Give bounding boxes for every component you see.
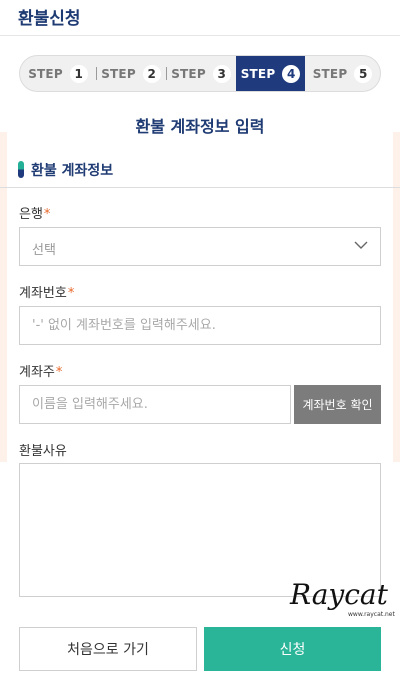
step-3: STEP 3 xyxy=(166,56,236,91)
account-number-input[interactable] xyxy=(32,318,356,333)
step-2-number: 2 xyxy=(142,64,161,83)
step-4-label: STEP xyxy=(240,66,276,81)
account-number-field xyxy=(19,306,381,345)
account-holder-field xyxy=(19,385,291,424)
step-1: STEP 1 xyxy=(20,56,96,91)
step-5: STEP 5 xyxy=(305,56,380,91)
bank-label-text: 은행 xyxy=(19,207,43,222)
section-title: 환불 계좌정보 xyxy=(31,163,114,179)
required-mark: * xyxy=(55,365,63,380)
bank-select[interactable]: 선택 xyxy=(19,227,381,266)
step-4-number: 4 xyxy=(282,64,301,83)
step-5-label: STEP xyxy=(312,66,348,81)
refund-reason-label: 환불사유 xyxy=(19,444,67,459)
step-indicator: STEP 1 STEP 2 STEP 3 STEP 4 STEP 5 xyxy=(19,55,381,92)
app-header: 환불신청 xyxy=(0,0,400,36)
required-mark: * xyxy=(67,286,75,301)
account-holder-label: 계좌주* xyxy=(19,361,62,380)
raycat-watermark-logo: Raycat www.raycat.net xyxy=(289,578,396,618)
step-5-number: 5 xyxy=(354,64,373,83)
section-header: 환불 계좌정보 xyxy=(0,151,400,188)
bank-label: 은행* xyxy=(19,203,50,222)
bank-select-value: 선택 xyxy=(32,243,56,258)
svg-text:www.raycat.net: www.raycat.net xyxy=(348,611,396,618)
header-title: 환불신청 xyxy=(18,9,81,29)
step-3-label: STEP xyxy=(171,66,206,81)
step-3-number: 3 xyxy=(212,64,231,83)
step-2-label: STEP xyxy=(101,66,136,81)
verify-account-button[interactable]: 계좌번호 확인 xyxy=(294,385,381,424)
account-holder-input[interactable] xyxy=(32,397,275,412)
go-to-start-button[interactable]: 처음으로 가기 xyxy=(19,627,197,671)
step-4: STEP 4 xyxy=(236,56,305,91)
account-holder-label-text: 계좌주 xyxy=(19,365,55,380)
section-marker-icon xyxy=(18,161,24,178)
chevron-down-icon xyxy=(354,241,368,249)
step-1-number: 1 xyxy=(69,64,88,83)
account-number-label: 계좌번호* xyxy=(19,282,74,301)
step-2: STEP 2 xyxy=(96,56,166,91)
submit-button[interactable]: 신청 xyxy=(204,627,381,671)
svg-text:Raycat: Raycat xyxy=(289,578,389,611)
step-1-label: STEP xyxy=(28,66,63,81)
page-title: 환불 계좌정보 입력 xyxy=(135,117,265,136)
account-number-label-text: 계좌번호 xyxy=(19,286,67,301)
required-mark: * xyxy=(43,207,51,222)
